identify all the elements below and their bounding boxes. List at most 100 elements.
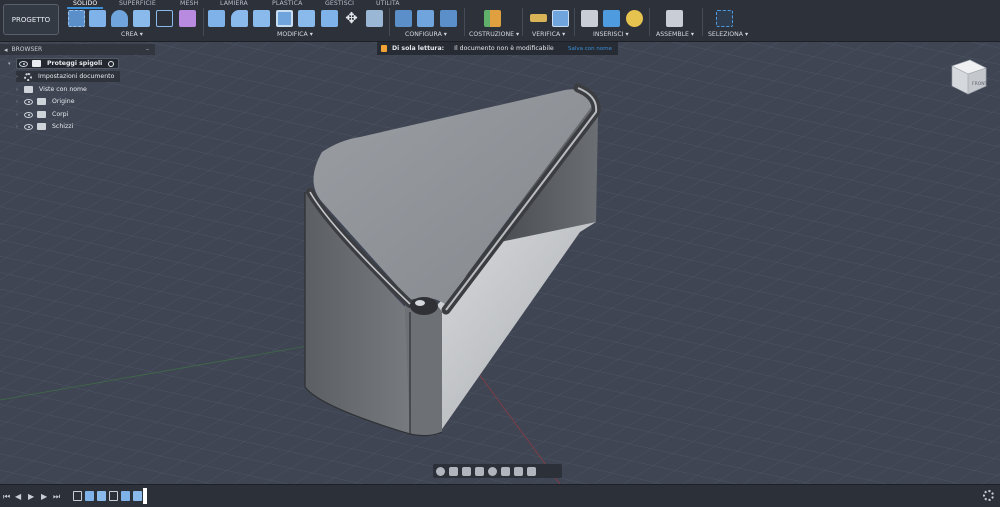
move-icon[interactable]: ✥ <box>343 10 360 27</box>
caret-icon[interactable]: › <box>16 87 24 93</box>
timeline-extrude-icon[interactable] <box>121 491 130 501</box>
go-to-start-icon[interactable]: ⏮ <box>3 492 10 502</box>
table-icon[interactable] <box>417 10 434 27</box>
save-as-button[interactable]: Salva con nome <box>568 46 612 52</box>
chamfer-icon[interactable] <box>253 10 270 27</box>
caret-icon[interactable]: › <box>16 124 24 130</box>
offset-plane-icon[interactable] <box>484 10 501 27</box>
separator <box>649 8 650 36</box>
joint-icon[interactable] <box>666 10 683 27</box>
align-icon[interactable] <box>366 10 383 27</box>
insert-canvas-icon[interactable] <box>603 10 620 27</box>
look-at-icon[interactable] <box>449 466 458 476</box>
minimize-icon[interactable]: – <box>146 46 149 53</box>
tab-mesh[interactable]: MESH <box>180 0 198 7</box>
tree-root[interactable]: ▾ Proteggi spigoli <box>8 58 120 69</box>
fit-icon[interactable] <box>488 466 497 476</box>
tree-item-corpi[interactable]: › Corpi <box>16 109 68 120</box>
viewcube[interactable]: FRONT <box>942 52 992 102</box>
extrude-icon[interactable] <box>89 10 106 27</box>
split-icon[interactable] <box>321 10 338 27</box>
separator <box>203 8 204 36</box>
separator <box>702 8 703 36</box>
folder-icon <box>37 98 46 105</box>
group-configura[interactable]: CONFIGURA ▾ <box>405 31 447 38</box>
step-forward-icon[interactable]: ▶ <box>41 492 47 501</box>
banner-title: Di sola lettura: <box>392 45 445 52</box>
banner-message: Il documento non è modificabile <box>454 45 554 52</box>
timeline-extrude-icon[interactable] <box>85 491 94 501</box>
tab-gestisci[interactable]: GESTISCI <box>325 0 354 7</box>
read-only-banner: Di sola lettura: Il documento non è modi… <box>377 42 618 55</box>
eye-icon[interactable] <box>24 123 33 130</box>
separator <box>464 8 465 36</box>
viewports-icon[interactable] <box>527 466 536 476</box>
pan-icon[interactable] <box>462 466 471 476</box>
eye-icon[interactable] <box>24 98 33 105</box>
project-button[interactable]: PROGETTO <box>3 4 59 35</box>
tab-superficie[interactable]: SUPERFICIE <box>119 0 156 7</box>
folder-icon <box>37 123 46 130</box>
timeline-marker[interactable] <box>143 488 147 504</box>
section-analysis-icon[interactable] <box>552 10 569 27</box>
eye-icon[interactable] <box>19 60 28 67</box>
gear-icon[interactable] <box>983 490 994 501</box>
tab-utilita[interactable]: UTILITÀ <box>376 0 400 7</box>
hole-icon[interactable] <box>133 10 150 27</box>
caret-icon[interactable]: › <box>16 74 24 80</box>
browser-title: BROWSER <box>11 46 43 53</box>
tree-item-origine[interactable]: › Origine <box>16 96 75 107</box>
step-back-icon[interactable]: ◀ <box>15 492 21 501</box>
caret-icon[interactable]: › <box>16 112 24 118</box>
fillet-icon[interactable] <box>231 10 248 27</box>
new-component-icon[interactable] <box>179 10 196 27</box>
group-modifica[interactable]: MODIFICA ▾ <box>277 31 313 38</box>
viewcube-label: FRONT <box>972 81 988 87</box>
timeline-feature-icon[interactable] <box>97 491 106 501</box>
draft-icon[interactable] <box>298 10 315 27</box>
insert-decal-icon[interactable] <box>581 10 598 27</box>
go-to-end-icon[interactable]: ⏭ <box>53 492 60 502</box>
separator <box>522 8 523 36</box>
play-icon[interactable]: ▶ <box>28 492 34 501</box>
activate-icon[interactable] <box>108 60 115 67</box>
caret-icon[interactable]: › <box>16 99 24 105</box>
select-icon[interactable] <box>716 10 733 27</box>
tree-item-impostazioni[interactable]: › Impostazioni documento <box>16 71 121 82</box>
browser-panel: ◂ BROWSER – ▾ Proteggi spigoli › Imposta… <box>0 44 155 134</box>
root-node[interactable]: Proteggi spigoli <box>16 58 120 69</box>
sketch-dimension-icon[interactable] <box>156 10 173 27</box>
parameters-icon[interactable] <box>395 10 412 27</box>
gear-icon <box>24 72 32 81</box>
insert-mesh-icon[interactable] <box>626 10 643 27</box>
timeline-sketch-icon[interactable] <box>109 491 118 501</box>
timeline-bar: ⏮ ◀ ▶ ▶ ⏭ <box>0 484 1000 507</box>
collapse-icon[interactable]: ◂ <box>4 46 8 54</box>
tree-item-viste[interactable]: › Viste con nome <box>16 84 87 95</box>
group-costruzione[interactable]: COSTRUZIONE ▾ <box>469 31 519 38</box>
tab-lamiera[interactable]: LAMIERA <box>220 0 248 7</box>
caret-icon[interactable]: ▾ <box>8 61 16 67</box>
tree-item-schizzi[interactable]: › Schizzi <box>16 121 73 132</box>
create-sketch-icon[interactable] <box>68 10 85 27</box>
display-settings-icon[interactable] <box>501 466 510 476</box>
grid-settings-icon[interactable] <box>514 466 523 476</box>
tab-solido[interactable]: SOLIDO <box>73 0 97 7</box>
eye-icon[interactable] <box>24 111 33 118</box>
group-inserisci[interactable]: INSERISCI ▾ <box>593 31 629 38</box>
revolve-icon[interactable] <box>111 10 128 27</box>
group-verifica[interactable]: VERIFICA ▾ <box>532 31 565 38</box>
orbit-icon[interactable] <box>436 466 445 476</box>
shell-icon[interactable] <box>276 10 293 27</box>
press-pull-icon[interactable] <box>208 10 225 27</box>
tree-item-label: Viste con nome <box>39 86 87 93</box>
zoom-icon[interactable] <box>475 466 484 476</box>
group-seleziona[interactable]: SELEZIONA ▾ <box>708 31 748 38</box>
tab-plastica[interactable]: PLASTICA <box>272 0 302 7</box>
group-assemble[interactable]: ASSEMBLE ▾ <box>656 31 694 38</box>
group-crea[interactable]: CREA ▾ <box>121 31 143 38</box>
timeline-fillet-icon[interactable] <box>133 491 142 501</box>
measure-icon[interactable] <box>530 14 547 22</box>
configure-icon[interactable] <box>440 10 457 27</box>
timeline-sketch-icon[interactable] <box>73 491 82 501</box>
